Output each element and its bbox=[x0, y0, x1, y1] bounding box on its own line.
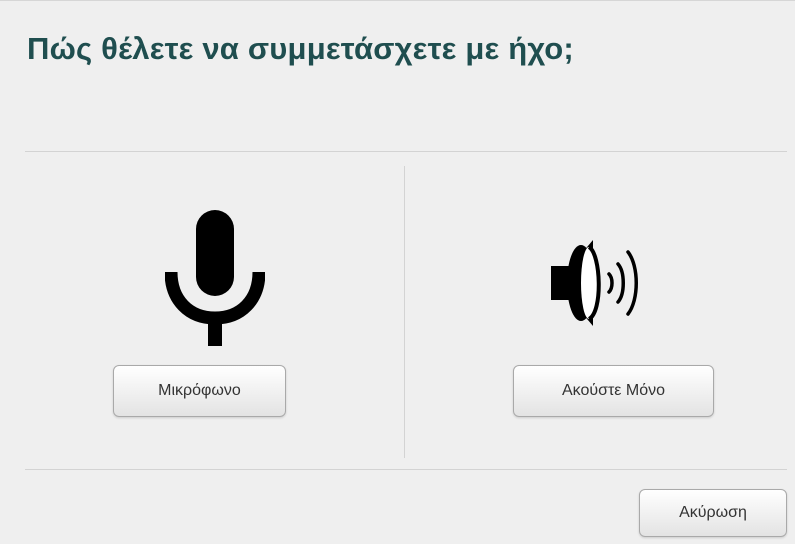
listen-only-button[interactable]: Ακούστε Μόνο bbox=[513, 365, 714, 417]
top-divider bbox=[25, 151, 787, 152]
cancel-button[interactable]: Ακύρωση bbox=[639, 489, 787, 537]
microphone-button[interactable]: Μικρόφωνο bbox=[113, 365, 286, 417]
microphone-option: Μικρόφωνο bbox=[25, 166, 404, 458]
audio-join-dialog: Πώς θέλετε να συμμετάσχετε με ήχο; Μικρό… bbox=[0, 0, 795, 544]
bottom-divider bbox=[25, 469, 787, 470]
dialog-title: Πώς θέλετε να συμμετάσχετε με ήχο; bbox=[27, 31, 574, 66]
speaker-icon bbox=[405, 210, 787, 348]
listen-only-option: Ακούστε Μόνο bbox=[405, 166, 787, 458]
microphone-icon bbox=[25, 210, 404, 348]
